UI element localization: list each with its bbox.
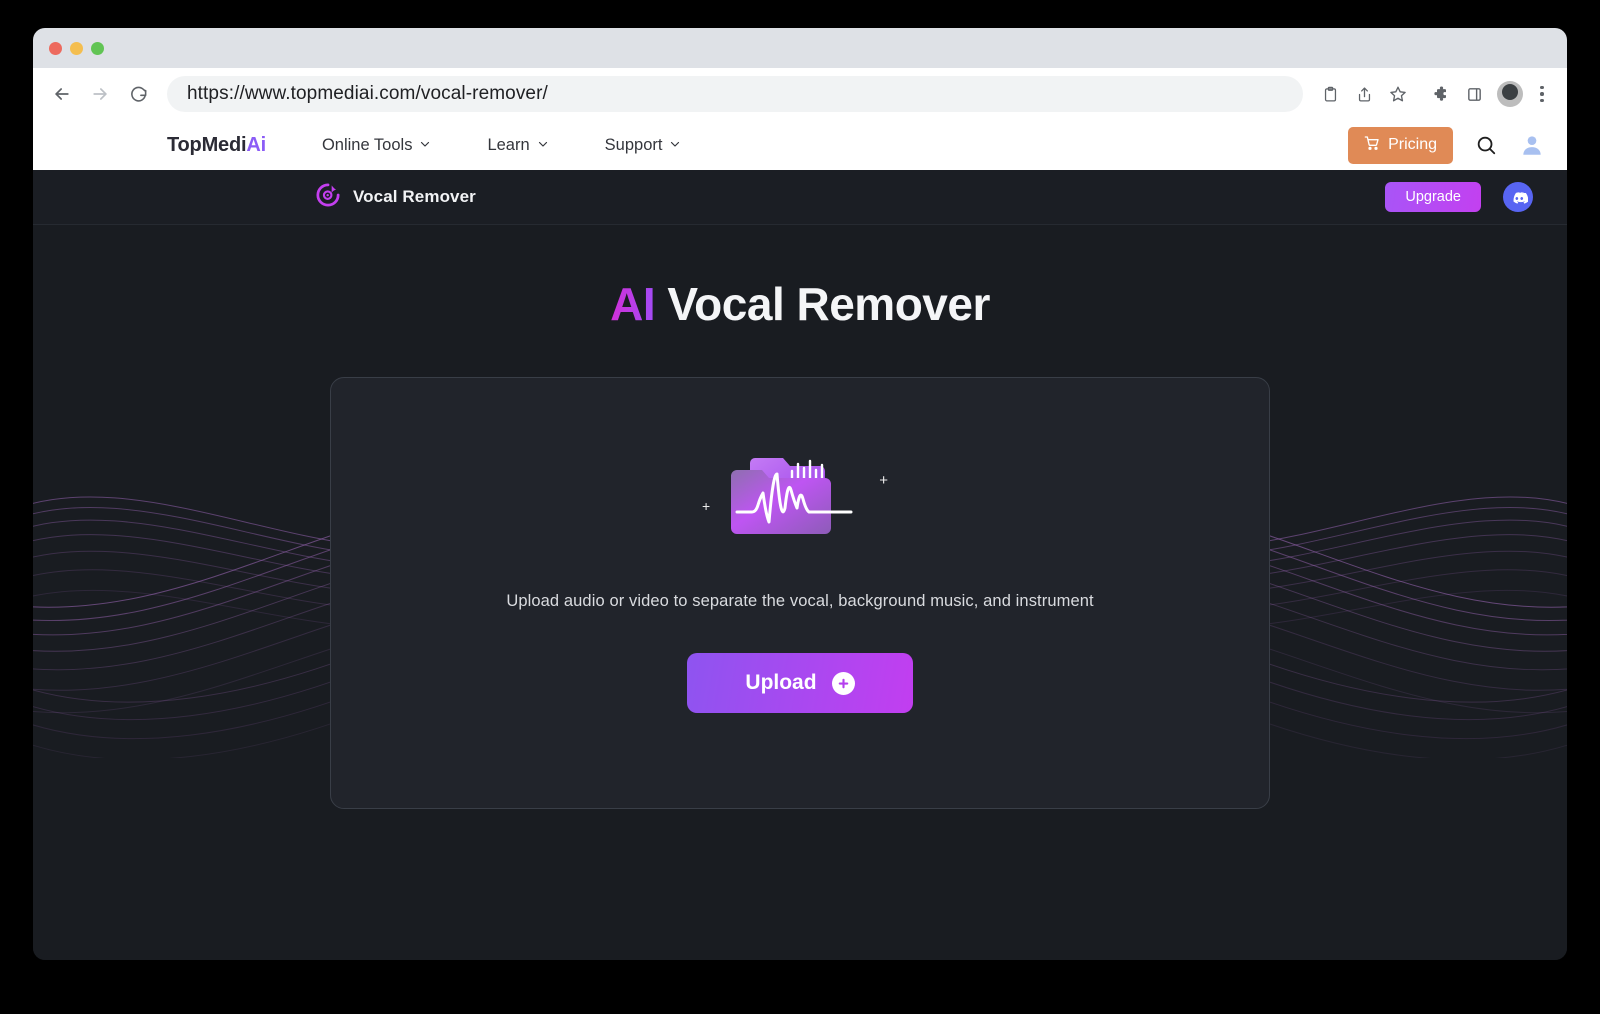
page-title: AI Vocal Remover <box>33 277 1567 331</box>
search-icon[interactable] <box>1475 134 1497 156</box>
chevron-down-icon <box>537 136 549 155</box>
user-avatar-icon[interactable] <box>1519 132 1545 158</box>
brand-primary-text: TopMedi <box>167 133 247 156</box>
app-logo-group[interactable]: Vocal Remover <box>315 182 476 213</box>
browser-toolbar: https://www.topmediai.com/vocal-remover/ <box>33 68 1567 120</box>
window-maximize-button[interactable] <box>91 41 104 55</box>
app-header-right-group: Upgrade <box>1385 182 1533 212</box>
site-navbar: TopMediAi Online Tools Learn Support Pri… <box>33 120 1567 170</box>
page-title-rest: Vocal Remover <box>655 278 990 330</box>
plus-sparkle-icon: + <box>879 472 888 489</box>
dropzone-description: Upload audio or video to separate the vo… <box>506 592 1094 610</box>
profile-avatar-icon[interactable] <box>1497 81 1523 107</box>
app-title: Vocal Remover <box>353 187 476 206</box>
nav-item-label: Learn <box>487 135 530 154</box>
chevron-down-icon <box>419 136 431 155</box>
plus-circle-icon <box>831 671 855 695</box>
share-icon[interactable] <box>1349 79 1379 109</box>
browser-titlebar <box>33 28 1567 68</box>
nav-item-support[interactable]: Support <box>605 136 682 155</box>
upgrade-button[interactable]: Upgrade <box>1385 182 1481 212</box>
window-minimize-button[interactable] <box>70 41 83 55</box>
app-header: Vocal Remover Upgrade <box>33 170 1567 225</box>
site-logo[interactable]: TopMediAi <box>167 134 266 157</box>
clipboard-icon[interactable] <box>1315 79 1345 109</box>
pricing-button[interactable]: Pricing <box>1348 126 1453 164</box>
brand-accent-text: Ai <box>246 133 266 156</box>
app-body: Vocal Remover Upgrade AI Vocal Remover +… <box>33 170 1567 960</box>
nav-item-learn[interactable]: Learn <box>487 136 548 155</box>
address-bar[interactable]: https://www.topmediai.com/vocal-remover/ <box>167 76 1303 112</box>
upload-button[interactable]: Upload <box>687 653 913 713</box>
window-close-button[interactable] <box>49 41 62 55</box>
plus-sparkle-icon: + <box>702 498 711 514</box>
nav-item-label: Support <box>604 135 663 154</box>
browser-window: https://www.topmediai.com/vocal-remover/… <box>33 28 1567 960</box>
upload-button-label: Upload <box>745 671 817 694</box>
kebab-menu-icon[interactable] <box>1531 85 1553 103</box>
back-arrow-icon[interactable] <box>45 77 79 111</box>
nav-item-online-tools[interactable]: Online Tools <box>322 136 432 155</box>
bookmark-star-icon[interactable] <box>1383 79 1413 109</box>
vocal-remover-logo-icon <box>315 182 341 213</box>
chevron-down-icon <box>669 136 681 155</box>
extensions-puzzle-icon[interactable] <box>1425 79 1455 109</box>
side-panel-icon[interactable] <box>1459 79 1489 109</box>
pricing-button-label: Pricing <box>1388 136 1437 153</box>
audio-folder-waveform-icon: + + <box>700 440 900 548</box>
upload-dropzone-card[interactable]: + + Upload audio or video to separate th… <box>330 377 1270 809</box>
navbar-right-group: Pricing <box>1348 126 1545 164</box>
nav-item-label: Online Tools <box>321 135 413 154</box>
url-text: https://www.topmediai.com/vocal-remover/ <box>187 83 548 104</box>
upgrade-button-label: Upgrade <box>1405 189 1461 205</box>
reload-icon[interactable] <box>121 77 155 111</box>
shopping-cart-icon <box>1364 135 1380 156</box>
discord-icon[interactable] <box>1503 182 1533 212</box>
page-title-accent: AI <box>610 278 656 330</box>
forward-arrow-icon[interactable] <box>83 77 117 111</box>
